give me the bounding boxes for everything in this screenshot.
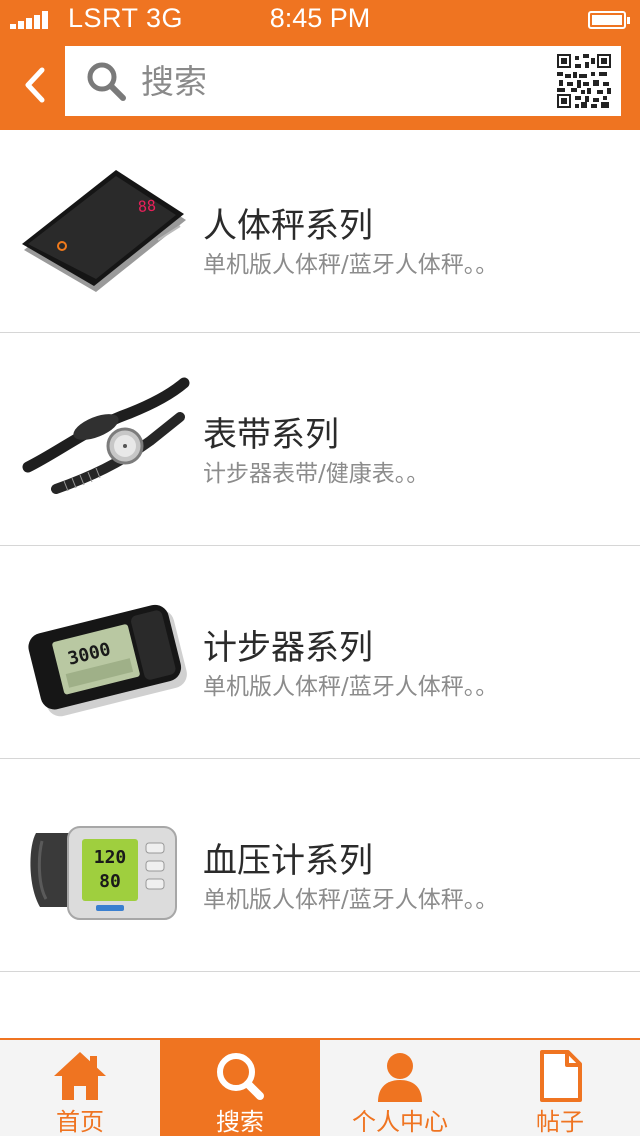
list-item-watch-band[interactable]: 表带系列 计步器表带/健康表。。 [0,333,640,546]
item-title: 表带系列 [203,415,339,455]
list-item-blood-pressure[interactable]: 120 80 血压计系列 单机版人体秤/蓝牙人体秤。。 [0,759,640,972]
back-button[interactable] [18,60,54,110]
tab-label: 搜索 [216,1108,264,1136]
header [0,40,640,130]
bp-systolic-readout: 120 [94,847,127,868]
document-icon [540,1050,582,1102]
body-scale-image: 88 [22,170,186,292]
item-title: 计步器系列 [203,628,373,668]
user-icon [378,1053,422,1102]
status-bar: LSRT 3G 8:45 PM [0,0,640,40]
pedometer-image: 3000 [28,604,187,717]
tab-search[interactable]: 搜索 [160,1040,320,1136]
status-time: 8:45 PM [269,3,371,33]
battery-icon [588,11,630,29]
tab-home[interactable]: 首页 [0,1040,160,1136]
qr-code-icon[interactable] [557,54,611,108]
tab-posts[interactable]: 帖子 [480,1040,640,1136]
blood-pressure-monitor-image: 120 80 [30,826,177,920]
item-title: 血压计系列 [203,841,373,881]
scale-display-readout: 88 [137,196,157,216]
tab-profile[interactable]: 个人中心 [320,1040,480,1136]
tab-label: 个人中心 [352,1108,448,1136]
watch-band-image [22,377,190,494]
item-title: 人体秤系列 [203,206,373,246]
chevron-left-icon [25,67,45,103]
bp-diastolic-readout: 80 [99,871,121,892]
search-input[interactable] [141,56,541,106]
product-list: 88 人体秤系列 单机版人体秤/蓝牙人体秤。。 表带系列 计步器表带/健康表。。 [0,130,640,972]
search-icon [87,62,126,101]
item-subtitle: 单机版人体秤/蓝牙人体秤。。 [203,252,499,278]
item-subtitle: 单机版人体秤/蓝牙人体秤。。 [203,887,499,913]
search-box[interactable] [65,46,621,116]
tab-label: 帖子 [536,1108,584,1136]
item-subtitle: 计步器表带/健康表。。 [203,461,430,487]
search-icon [217,1053,264,1100]
home-icon [54,1052,106,1100]
item-subtitle: 单机版人体秤/蓝牙人体秤。。 [203,674,499,700]
list-item-pedometer[interactable]: 3000 计步器系列 单机版人体秤/蓝牙人体秤。。 [0,546,640,759]
tab-bar: 首页 搜索 个人中心 帖子 [0,1038,640,1136]
tab-label: 首页 [56,1108,104,1136]
list-item-body-scale[interactable]: 88 人体秤系列 单机版人体秤/蓝牙人体秤。。 [0,130,640,333]
